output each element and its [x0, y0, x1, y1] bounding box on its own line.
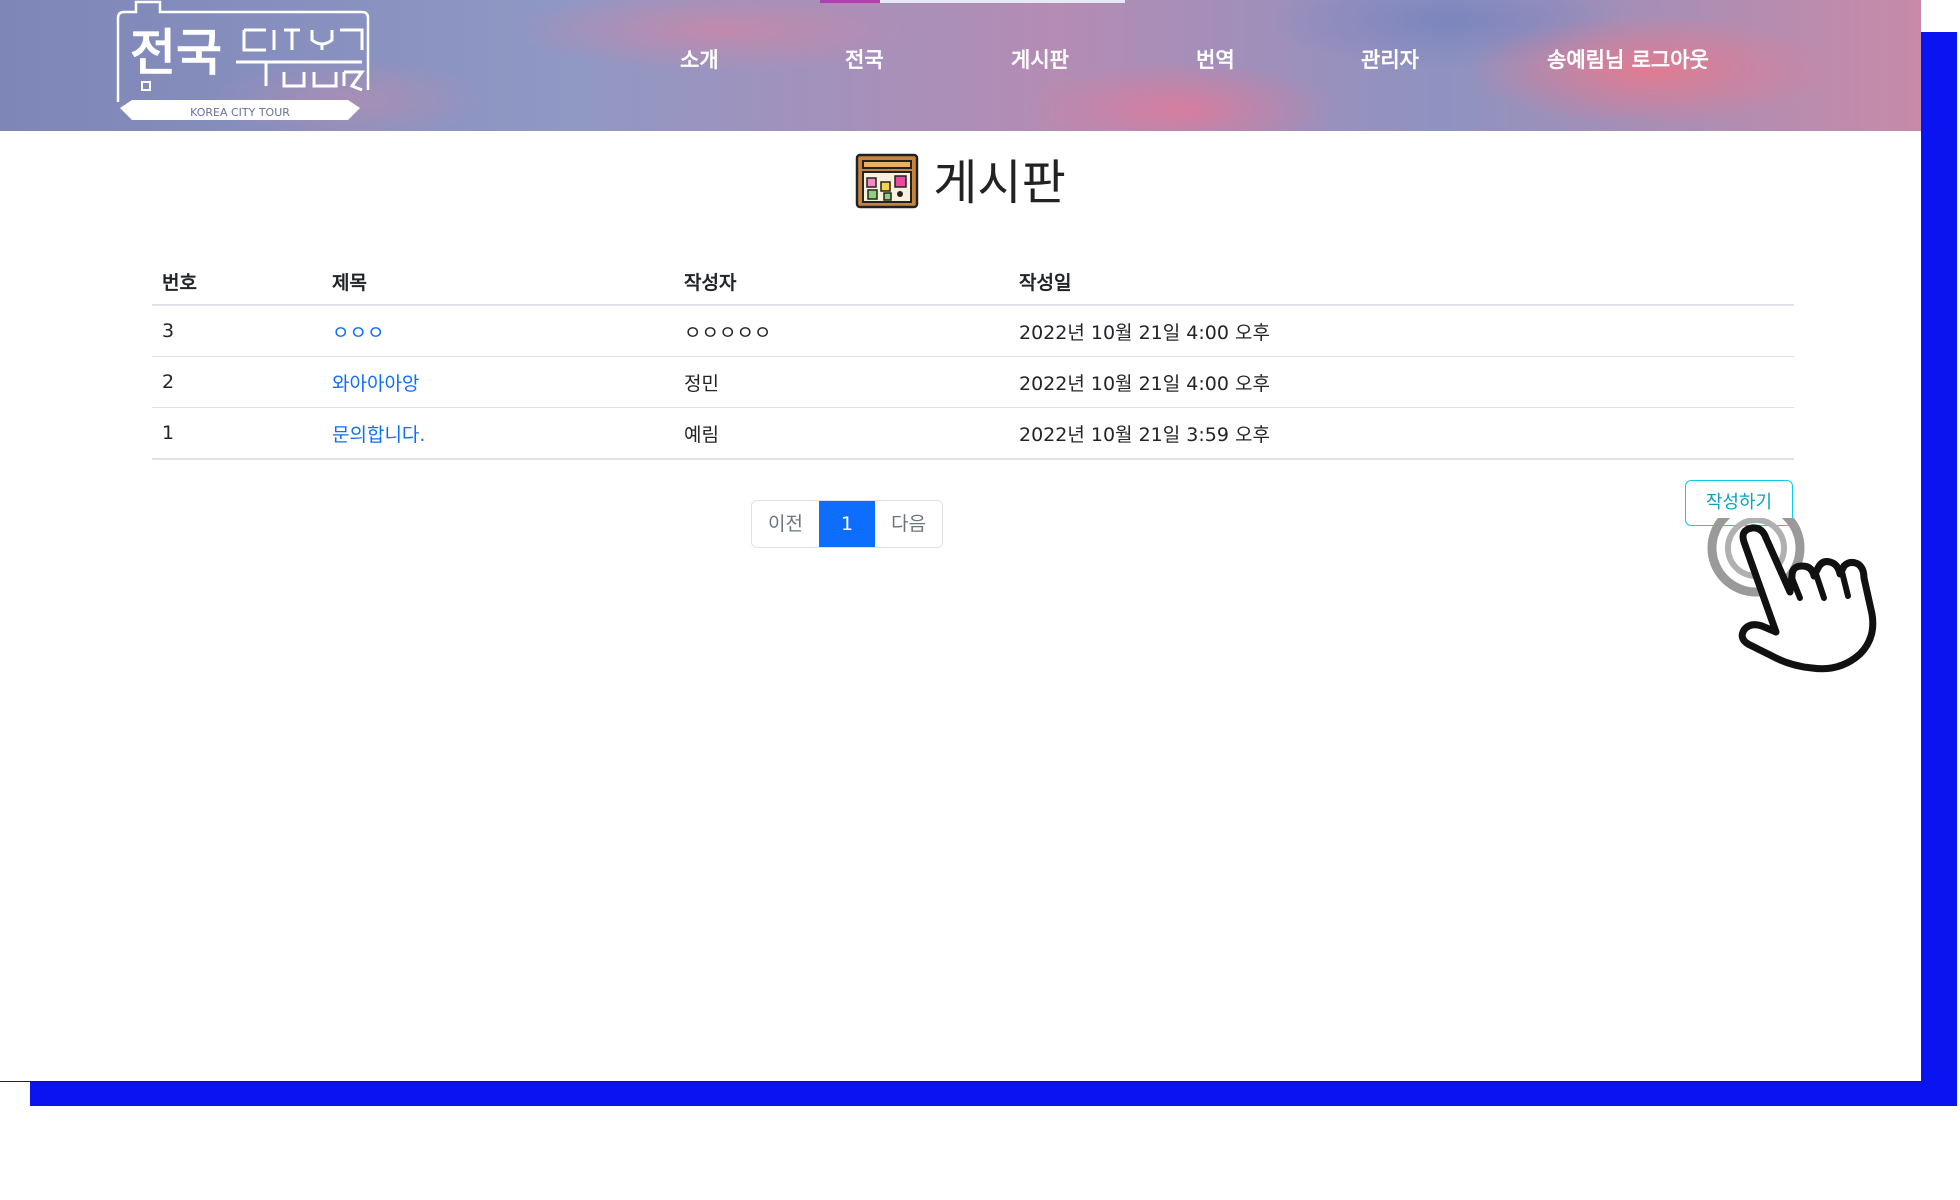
column-header-author: 작성자: [674, 258, 1009, 306]
pagination-page-1[interactable]: 1: [818, 501, 876, 547]
nav-item-nationwide[interactable]: 전국: [845, 40, 884, 80]
pointing-hand-icon: [1700, 499, 1910, 682]
nav-item-logout[interactable]: 송예림님 로그아웃: [1547, 40, 1709, 80]
post-title-link[interactable]: 와아아아앙: [332, 373, 419, 395]
post-author: 정민: [674, 356, 1009, 408]
bulletin-board-icon: [855, 153, 919, 213]
post-date: 2022년 10월 21일 4:00 오후: [1009, 356, 1794, 408]
main-nav: 소개 전국 게시판 번역 관리자 송예림님 로그아웃: [0, 40, 1921, 80]
table-row: 3 ㅇㅇㅇ ㅇㅇㅇㅇㅇ 2022년 10월 21일 4:00 오후: [152, 305, 1794, 357]
table-row: 1 문의합니다. 예림 2022년 10월 21일 3:59 오후: [152, 407, 1794, 460]
page-title-wrap: 게시판: [0, 148, 1921, 218]
post-author: 예림: [674, 407, 1009, 460]
nav-item-board[interactable]: 게시판: [1011, 40, 1069, 80]
table-row: 2 와아아아앙 정민 2022년 10월 21일 4:00 오후: [152, 356, 1794, 408]
nav-item-translate[interactable]: 번역: [1196, 40, 1235, 80]
post-title-link[interactable]: ㅇㅇㅇ: [332, 322, 384, 344]
header-top-strip: [820, 0, 1125, 3]
column-header-title: 제목: [322, 258, 674, 306]
page-title: 게시판: [933, 155, 1066, 211]
pagination-prev[interactable]: 이전: [752, 501, 819, 547]
column-header-number: 번호: [152, 258, 322, 306]
post-date: 2022년 10월 21일 4:00 오후: [1009, 305, 1794, 357]
svg-text:KOREA CITY TOUR: KOREA CITY TOUR: [190, 106, 290, 119]
nav-item-intro[interactable]: 소개: [680, 40, 719, 80]
post-number: 2: [152, 356, 322, 408]
pagination-next[interactable]: 다음: [875, 501, 943, 547]
table-header-row: 번호 제목 작성자 작성일: [152, 258, 1794, 306]
nav-item-admin[interactable]: 관리자: [1361, 40, 1419, 80]
post-author: ㅇㅇㅇㅇㅇ: [674, 305, 1009, 357]
post-number: 1: [152, 407, 322, 460]
column-header-date: 작성일: [1009, 258, 1794, 306]
browser-frame: 전국 KOREA CITY TOUR 소개 전국 게시판 번역 관리자 송예림님…: [0, 0, 1921, 1082]
pagination: 이전 1 다음: [751, 500, 944, 548]
post-number: 3: [152, 305, 322, 357]
post-date: 2022년 10월 21일 3:59 오후: [1009, 407, 1794, 460]
board-table: 번호 제목 작성자 작성일 3 ㅇㅇㅇ ㅇㅇㅇㅇㅇ 2022년 10월 21일 …: [152, 258, 1794, 460]
post-title-link[interactable]: 문의합니다.: [332, 424, 425, 446]
header-banner: 전국 KOREA CITY TOUR 소개 전국 게시판 번역 관리자 송예림님…: [0, 0, 1921, 131]
